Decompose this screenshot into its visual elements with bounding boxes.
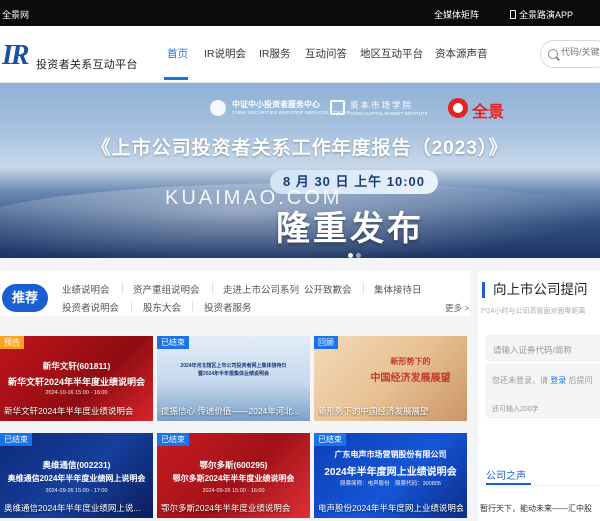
status-badge: 预告 bbox=[0, 336, 24, 349]
carousel-dot-2[interactable] bbox=[356, 253, 361, 258]
card-company: 奥维通信(002231) bbox=[42, 460, 111, 470]
status-badge: 已结束 bbox=[0, 433, 32, 446]
card-caption: 奥维通信2024年半年度业绩网上说... bbox=[4, 503, 141, 513]
rec-link-visit-series[interactable]: 走进上市公司系列 bbox=[223, 282, 299, 296]
card-company: 广东电声市场营销股份有限公司 bbox=[334, 450, 447, 459]
header: IR 投资者关系互动平台 首页 IR说明会 IR服务 互动问答 地区互动平台 资… bbox=[0, 26, 600, 83]
card-event-time: 2024-09-26 15:00 - 16:00 bbox=[202, 488, 265, 494]
tab-active-indicator bbox=[486, 483, 531, 485]
nav-capital-voice[interactable]: 资本源声音 bbox=[435, 46, 488, 61]
rec-divider bbox=[192, 301, 193, 311]
card-caption: 新形势下的中国经济发展展望 bbox=[318, 406, 429, 416]
login-prompt: 您还未登录，请 登录 后提问 bbox=[492, 375, 592, 386]
site-link[interactable]: 全景网 bbox=[2, 8, 29, 21]
login-link[interactable]: 登录 bbox=[550, 376, 566, 385]
login-suffix: 后提问 bbox=[568, 376, 593, 385]
nav-ir-service[interactable]: IR服务 bbox=[259, 46, 291, 61]
card-event-title: 新形势下的 bbox=[390, 357, 431, 366]
carousel-dots bbox=[348, 247, 364, 258]
card-caption: 提振信心 传递价值——2024年河北... bbox=[161, 406, 300, 416]
logo-text: 投资者关系互动平台 bbox=[36, 59, 138, 71]
card-event-title: 奥维通信2024年半年度业绩网上说明会 bbox=[7, 474, 146, 483]
rec-link-investor-meeting[interactable]: 投资者说明会 bbox=[62, 300, 119, 314]
recommend-bar: 推荐 业绩说明会 资产重组说明会 走进上市公司系列 公开致歉会 集体接待日 投资… bbox=[0, 271, 470, 316]
rec-divider bbox=[363, 283, 364, 293]
card-stock-info: 股票简称：电声股份 股票代码：300805 bbox=[340, 481, 441, 487]
recommend-button[interactable]: 推荐 bbox=[2, 284, 48, 312]
logo-mark: IR bbox=[2, 40, 30, 71]
card-event-subtitle: 暨2024年半年报集体业绩说明会 bbox=[197, 371, 270, 377]
question-textarea[interactable]: 您还未登录，请 登录 后提问 还可输入200字 bbox=[486, 364, 600, 418]
p5w-logo-icon bbox=[448, 98, 468, 118]
card-caption: 电声股份2024年半年度网上业绩说明会 bbox=[318, 503, 463, 513]
rec-divider bbox=[294, 283, 295, 293]
char-counter: 还可输入200字 bbox=[492, 406, 539, 413]
app-link-label: 全景路演APP bbox=[519, 10, 574, 20]
sponsor-ccmi-en: CHINA CAPITAL MARKET INSTITUTE bbox=[350, 111, 428, 116]
media-matrix-link[interactable]: 全媒体矩阵 bbox=[434, 8, 479, 21]
rec-divider bbox=[122, 283, 123, 293]
card-event-subtitle: 中国经济发展展望 bbox=[370, 373, 451, 384]
card-event-title: 2024年河北辖区上市公司投资者网上集体接待日 bbox=[180, 363, 287, 369]
ask-panel-title: 向上市公司提问 bbox=[482, 282, 588, 298]
nav-regional[interactable]: 地区互动平台 bbox=[360, 46, 423, 61]
nav-ir-meeting[interactable]: IR说明会 bbox=[204, 46, 246, 61]
search-icon[interactable] bbox=[548, 49, 558, 59]
card-company: 鄂尔多斯(600295) bbox=[199, 460, 268, 470]
phone-icon bbox=[510, 10, 516, 19]
nav-home[interactable]: 首页 bbox=[167, 46, 188, 61]
ask-panel-subtitle: 7*24小时与公司高管面对面零距离 bbox=[480, 308, 586, 315]
rec-link-earnings[interactable]: 业绩说明会 bbox=[62, 282, 110, 296]
ccmi-logo-icon bbox=[330, 100, 345, 115]
rec-divider bbox=[212, 283, 213, 293]
card-company: 新华文轩(601811) bbox=[42, 361, 111, 371]
rec-link-restructuring[interactable]: 资产重组说明会 bbox=[133, 282, 200, 296]
login-prefix: 您还未登录，请 bbox=[492, 376, 548, 385]
card-event-time: 2024-09-26 15:00 - 17:00 bbox=[45, 488, 108, 494]
banner-headline: 隆重发布 bbox=[276, 210, 424, 248]
top-bar: 全景网 全媒体矩阵 全景路演APP bbox=[0, 0, 600, 26]
event-card[interactable]: 已结束 广东电声市场营销股份有限公司 2024年半年度网上业绩说明会 股票简称：… bbox=[314, 433, 467, 518]
app-link[interactable]: 全景路演APP bbox=[510, 8, 573, 21]
card-caption: 鄂尔多斯2024年半年度业绩说明会 bbox=[161, 503, 291, 513]
stock-code-input[interactable]: 请输入证券代码/简称 bbox=[486, 335, 600, 361]
search-input[interactable] bbox=[561, 47, 600, 57]
nav-qa[interactable]: 互动问答 bbox=[305, 46, 347, 61]
card-event-title: 新华文轩2024年半年度业绩说明会 bbox=[7, 377, 146, 387]
event-card[interactable]: 回顾 新形势下的 中国经济发展展望 新形势下的中国经济发展展望 bbox=[314, 336, 467, 421]
status-badge: 回顾 bbox=[314, 336, 338, 349]
search-box[interactable] bbox=[540, 40, 600, 68]
rec-link-apology[interactable]: 公开致歉会 bbox=[304, 282, 352, 296]
carousel-dot-1[interactable] bbox=[348, 253, 353, 258]
event-card[interactable]: 已结束 2024年河北辖区上市公司投资者网上集体接待日 暨2024年半年报集体业… bbox=[157, 336, 310, 421]
rec-link-investor-service[interactable]: 投资者服务 bbox=[204, 300, 252, 314]
event-card[interactable]: 已结束 鄂尔多斯(600295) 鄂尔多斯2024年半年度业绩说明会 2024-… bbox=[157, 433, 310, 518]
nav-active-indicator bbox=[164, 77, 188, 80]
banner-title: 《上市公司投资者关系工作年度报告（2023）》 bbox=[91, 138, 509, 159]
card-caption: 新华文轩2024年半年度业绩说明会 bbox=[4, 406, 134, 416]
event-card[interactable]: 预告 新华文轩(601811) 新华文轩2024年半年度业绩说明会 2024-1… bbox=[0, 336, 153, 421]
card-event-time: 2024-10-16 15:00 - 16:00 bbox=[45, 390, 108, 396]
tab-divider bbox=[486, 485, 600, 486]
more-link[interactable]: 更多 > bbox=[445, 302, 469, 314]
tab-company-voice[interactable]: 公司之声 bbox=[486, 467, 526, 482]
hero-banner[interactable]: 中证中小投资者服务中心 CHINA SECURITIES INVESTOR SE… bbox=[0, 83, 600, 258]
status-badge: 已结束 bbox=[157, 433, 189, 446]
sponsor-p5w-name: 全景 bbox=[472, 104, 505, 121]
status-badge: 已结束 bbox=[314, 433, 346, 446]
rec-link-shareholder-meeting[interactable]: 股东大会 bbox=[143, 300, 181, 314]
event-card[interactable]: 已结束 奥维通信(002231) 奥维通信2024年半年度业绩网上说明会 202… bbox=[0, 433, 153, 518]
sponsor-ccmi-name: 资本市场学院 bbox=[350, 100, 414, 110]
sponsor-isc-name: 中证中小投资者服务中心 bbox=[232, 100, 320, 109]
isc-logo-icon bbox=[210, 100, 226, 116]
rec-link-reception-day[interactable]: 集体接待日 bbox=[374, 282, 422, 296]
card-event-title: 2024年半年度网上业绩说明会 bbox=[324, 467, 457, 478]
company-voice-item[interactable]: 暂行天下，能动未来——汇中股 bbox=[480, 503, 592, 514]
card-event-title: 鄂尔多斯2024年半年度业绩说明会 bbox=[172, 474, 295, 483]
rec-divider bbox=[131, 301, 132, 311]
ask-panel: 向上市公司提问 7*24小时与公司高管面对面零距离 请输入证券代码/简称 您还未… bbox=[478, 271, 600, 521]
status-badge: 已结束 bbox=[157, 336, 189, 349]
